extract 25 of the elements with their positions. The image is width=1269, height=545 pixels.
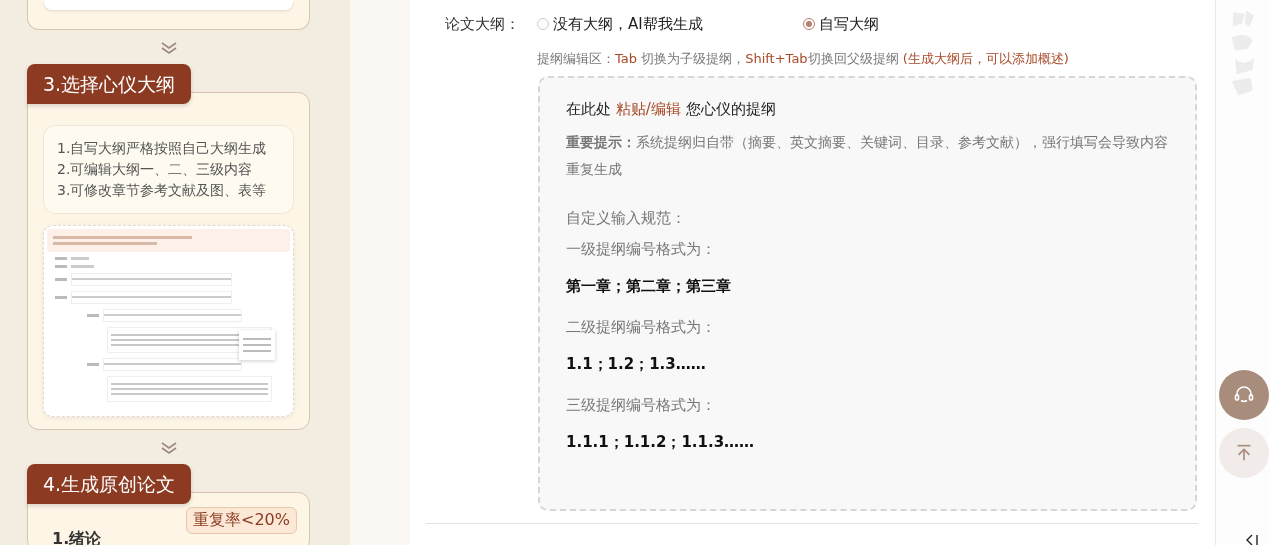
chevron-down-icon	[159, 441, 178, 455]
customer-service-button[interactable]	[1218, 370, 1269, 420]
chevron-down-icon	[159, 41, 178, 55]
step-title: 3.选择心仪大纲	[27, 64, 192, 104]
format-example: 1.1.1；1.1.2；1.1.3……	[566, 432, 756, 453]
format-text: 二级提纲编号格式为：	[566, 318, 717, 337]
outline-editor[interactable]: 在此处 粘贴/编辑 您心仪的提纲 重要提示：系统提纲归自带（摘要、英文摘要、关键词、目录、参考文献），强行填写会导致内容重复生成 自定义输入规范： 一级提纲编号格式为： 第一章；第二章；第三章 二级提纲编号格式为： 1.1；1.2；1.3…… 三级提纲编号格式为： 1.1.1；1.1.2；1.1.3……	[538, 76, 1197, 511]
tip-text: 2.可编辑大纲一、二、三级内容	[57, 160, 254, 179]
tip-text: 3.可修改章节参考文献及图、表等	[57, 181, 268, 200]
back-to-top-button[interactable]	[1218, 428, 1269, 478]
format-text: 自定义输入规范：	[566, 209, 687, 228]
format-text: 三级提纲编号格式为：	[566, 396, 717, 415]
format-text: 一级提纲编号格式为：	[566, 240, 717, 259]
editor-heading: 在此处 粘贴/编辑 您心仪的提纲	[566, 99, 777, 120]
step-title: 4.生成原创论文	[27, 464, 192, 504]
radio-option[interactable]: 自写大纲	[803, 14, 1069, 34]
editor-hint: 提纲编辑区：Tab 切换为子级提纲，Shift+Tab切换回父级提纲 (生成大纲后，可以添加概述)	[537, 50, 1070, 68]
similarity-badge: 重复率<20%	[186, 507, 297, 534]
field-label: 论文大纲：	[445, 14, 521, 34]
radio-option[interactable]: 没有大纲，AI帮我生成	[537, 14, 803, 34]
format-example: 第一章；第二章；第三章	[566, 276, 732, 297]
tip-text: 1.自写大纲严格按照自己大纲生成	[57, 139, 268, 158]
important-note: 重要提示：系统提纲归自带（摘要、英文摘要、关键词、目录、参考文献），强行填写会导致内容重复生成	[566, 133, 1169, 179]
format-example: 1.1；1.2；1.3……	[566, 354, 707, 375]
collapse-icon[interactable]	[1245, 533, 1259, 545]
